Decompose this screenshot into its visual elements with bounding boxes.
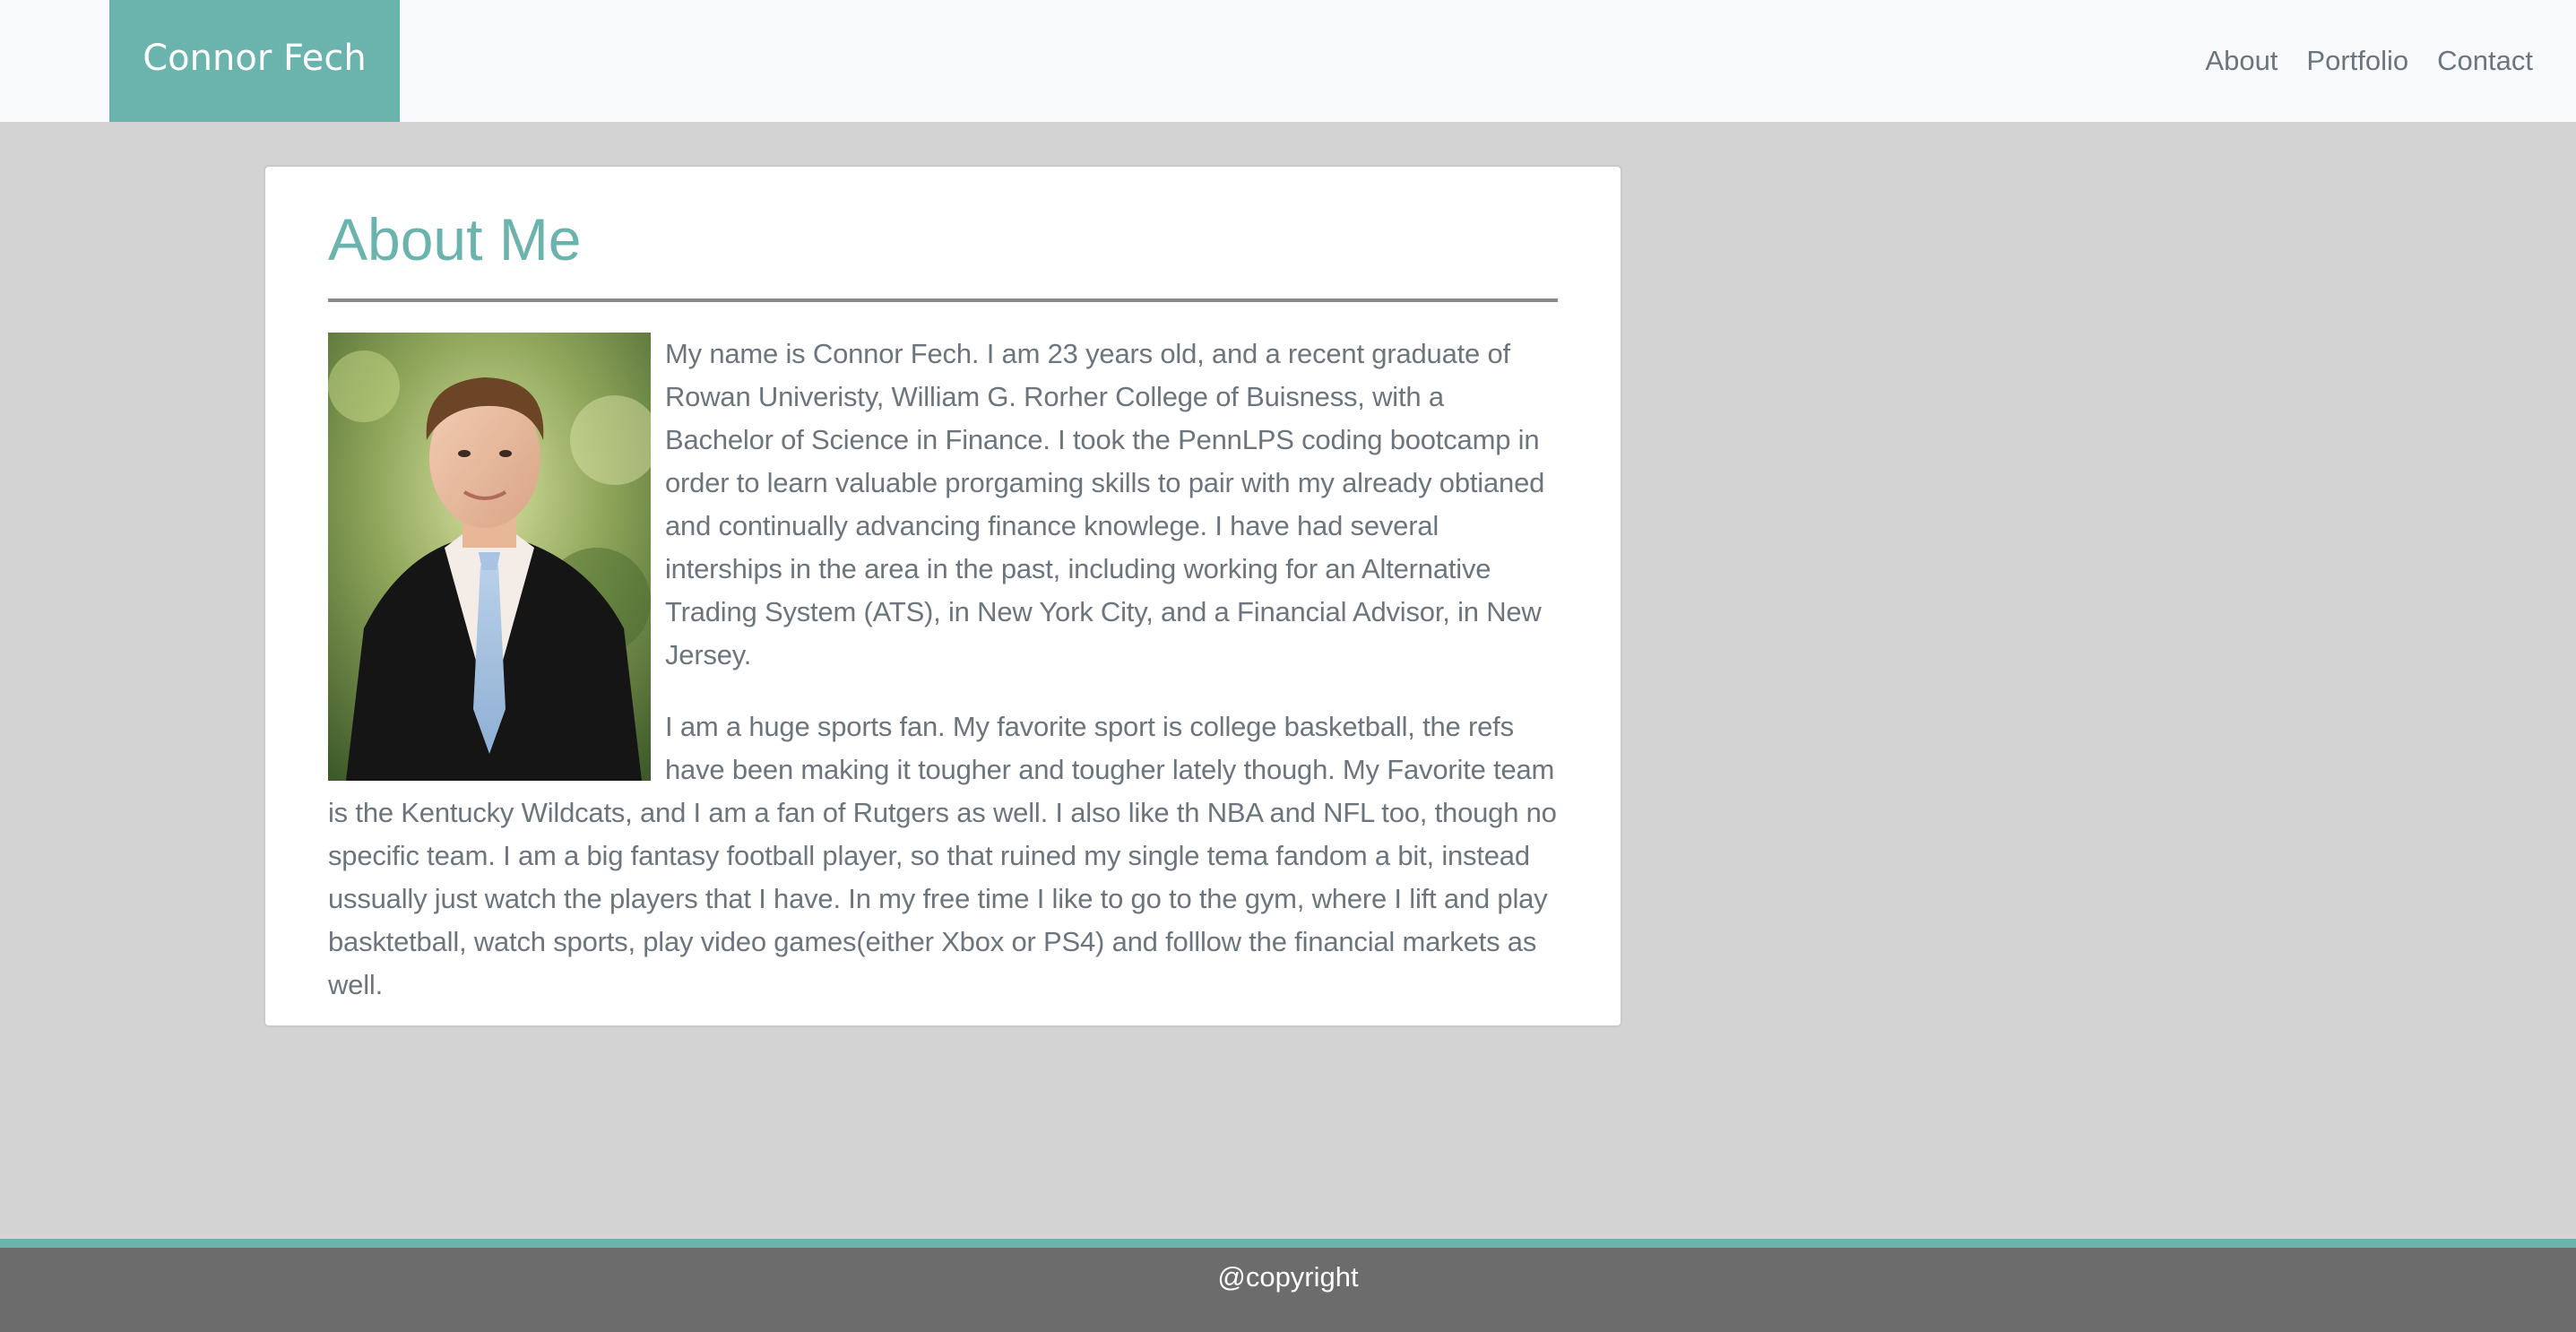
title-divider xyxy=(328,298,1558,303)
nav-link-about[interactable]: About xyxy=(2205,45,2278,77)
page-title: About Me xyxy=(328,206,582,272)
nav-links: About Portfolio Contact xyxy=(2176,0,2533,122)
nav-link-contact[interactable]: Contact xyxy=(2437,45,2533,77)
navbar: Connor Fech About Portfolio Contact xyxy=(0,0,2576,122)
copyright-text: @copyright xyxy=(1217,1261,1359,1293)
footer: @copyright xyxy=(0,1239,2576,1332)
nav-link-portfolio[interactable]: Portfolio xyxy=(2306,45,2408,77)
profile-photo xyxy=(328,333,651,782)
about-card: About Me My name is Connor Fech. I am 23… xyxy=(264,165,1622,1027)
brand-logo[interactable]: Connor Fech xyxy=(109,0,400,122)
